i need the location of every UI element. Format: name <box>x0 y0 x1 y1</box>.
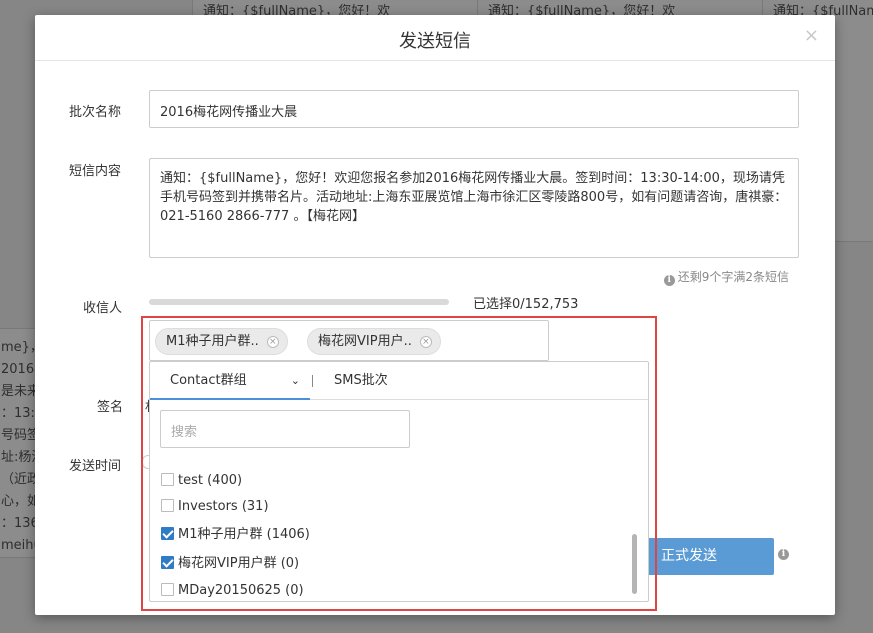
group-option-label: MDay20150625 (0) <box>178 583 304 598</box>
recipient-label: 收信人 <box>83 301 123 316</box>
recipient-progress-bar <box>149 299 449 305</box>
tab-contact-groups-label: Contact群组 <box>170 373 247 388</box>
char-count-hint: i 还剩9个字满2条短信 <box>663 268 789 286</box>
recipient-dropdown-panel: Contact群组 ⌄ SMS批次 搜索 test (400) Investor… <box>149 361 649 602</box>
group-option-label: M1种子用户群 (1406) <box>178 527 310 542</box>
tab-contact-groups[interactable]: Contact群组 ⌄ <box>150 362 310 400</box>
chevron-down-icon: ⌄ <box>290 374 300 387</box>
char-count-hint-text: 还剩9个字满2条短信 <box>677 270 789 284</box>
send-info-icon[interactable]: i <box>778 549 789 560</box>
dialog-header: 发送短信 × <box>35 15 835 61</box>
checkbox-checked[interactable] <box>161 556 174 569</box>
group-option-label: test (400) <box>178 473 243 488</box>
send-button[interactable]: 正式发送 <box>647 538 774 575</box>
selected-count: 已选择0/152,753 <box>473 297 579 312</box>
recipient-tag: M1种子用户群.. × <box>155 328 288 355</box>
sms-content-textarea[interactable]: 通知：{$fullName}，您好！欢迎您报名参加2016梅花网传播业大晨。签到… <box>149 158 799 258</box>
group-option-label: Investors (31) <box>178 499 269 514</box>
group-option[interactable]: MDay20150625 (0) <box>161 582 304 600</box>
send-time-label: 发送时间 <box>69 459 122 474</box>
recipient-tabs: Contact群组 ⌄ SMS批次 <box>150 362 648 400</box>
group-option[interactable]: Investors (31) <box>161 498 269 516</box>
batch-name-input[interactable]: 2016梅花网传播业大晨 <box>149 90 799 128</box>
batch-name-label: 批次名称 <box>69 105 122 120</box>
recipient-tag-input[interactable]: M1种子用户群.. × 梅花网VIP用户.. × <box>149 320 549 361</box>
group-option[interactable]: test (400) <box>161 472 242 490</box>
group-option-label: 梅花网VIP用户群 (0) <box>178 556 300 571</box>
remove-tag-icon[interactable]: × <box>419 336 432 348</box>
checkbox[interactable] <box>161 499 174 512</box>
group-search-input[interactable]: 搜索 <box>160 410 410 448</box>
close-icon[interactable]: × <box>804 25 819 46</box>
tab-sms-batches[interactable]: SMS批次 <box>334 362 388 400</box>
remove-tag-icon[interactable]: × <box>266 336 279 348</box>
checkbox-checked[interactable] <box>161 527 174 540</box>
checkbox[interactable] <box>161 473 174 486</box>
tab-divider <box>312 375 313 387</box>
scrollbar[interactable] <box>632 534 637 594</box>
dialog-title: 发送短信 <box>399 31 471 52</box>
sms-content-label: 短信内容 <box>69 164 122 179</box>
info-icon: i <box>663 275 675 286</box>
send-sms-dialog: 发送短信 × 批次名称 2016梅花网传播业大晨 短信内容 通知：{$fullN… <box>35 15 835 615</box>
recipient-tag: 梅花网VIP用户.. × <box>307 328 441 355</box>
recipient-tag-label: 梅花网VIP用户.. <box>318 334 412 349</box>
group-option[interactable]: 梅花网VIP用户群 (0) <box>161 555 299 573</box>
checkbox[interactable] <box>161 583 174 596</box>
group-option[interactable]: M1种子用户群 (1406) <box>161 526 310 544</box>
recipient-tag-label: M1种子用户群.. <box>166 334 259 349</box>
signature-label: 签名 <box>97 400 124 415</box>
